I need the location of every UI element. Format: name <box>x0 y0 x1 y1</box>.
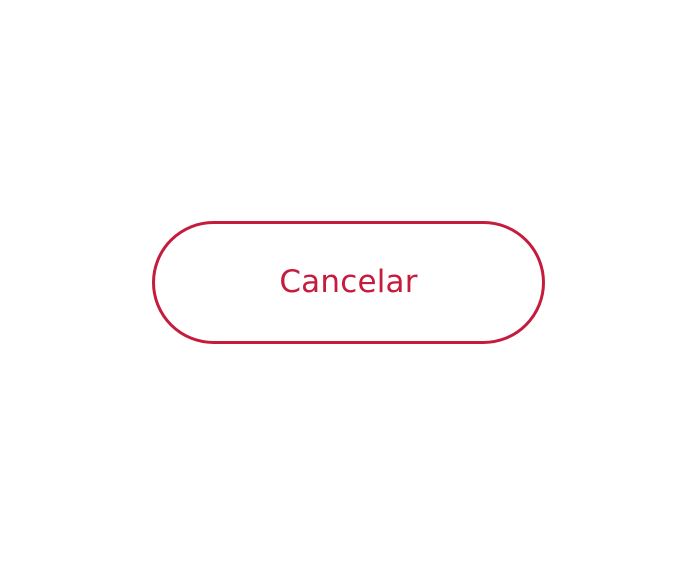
cancel-button-label: Cancelar <box>279 264 418 300</box>
cancel-button[interactable]: Cancelar <box>152 221 545 344</box>
canvas: Cancelar <box>0 0 696 564</box>
